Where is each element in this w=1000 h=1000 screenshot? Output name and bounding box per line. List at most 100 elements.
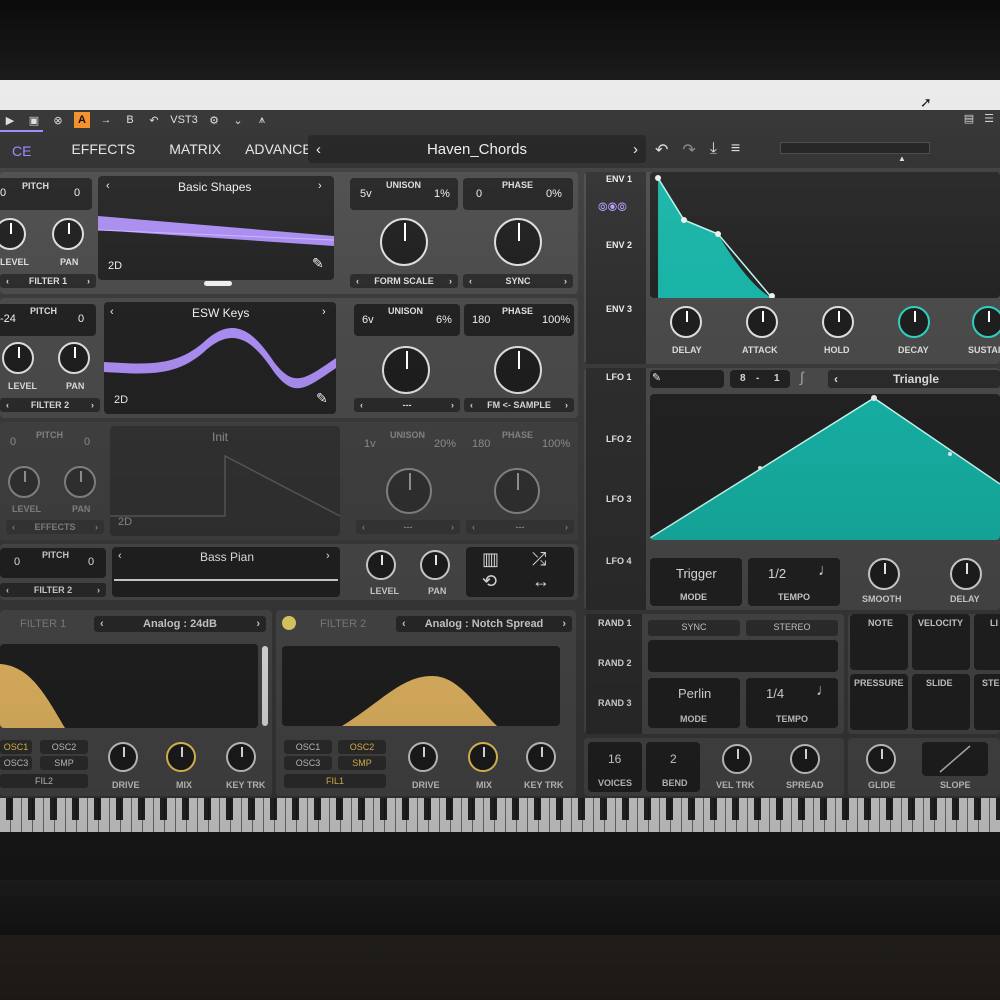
osc2-phase-value[interactable]: 180: [472, 314, 490, 326]
filter1-src-osc2[interactable]: OSC2: [40, 740, 88, 754]
osc3-wavetable-name[interactable]: Init: [212, 430, 228, 444]
osc2-phase-rand[interactable]: 100%: [542, 314, 570, 326]
osc1-sync-selector[interactable]: ‹ SYNC ›: [463, 274, 573, 288]
download-icon[interactable]: ⤓: [710, 140, 717, 160]
osc2-distortion-knob[interactable]: [494, 346, 542, 394]
volume-meter[interactable]: [780, 142, 930, 154]
osc2-fm-selector[interactable]: ‹ FM <- SAMPLE ›: [464, 398, 574, 412]
sample-level-knob[interactable]: [366, 550, 396, 580]
osc3-phase-value[interactable]: 180: [472, 438, 490, 450]
filter1-keytrk-knob[interactable]: [226, 742, 256, 772]
osc1-next-arrow[interactable]: ›: [318, 180, 322, 192]
black-keys[interactable]: [0, 798, 1000, 820]
redo-icon[interactable]: ↷: [682, 140, 695, 160]
lfo-graph[interactable]: [650, 394, 1000, 540]
osc1-phase-rand[interactable]: 0%: [546, 188, 562, 200]
tab-lfo3[interactable]: LFO 3: [606, 494, 632, 504]
tab-rand2[interactable]: RAND 2: [598, 658, 632, 668]
window-icon[interactable]: ▤: [964, 112, 974, 125]
osc3-pitch-left[interactable]: 0: [10, 436, 16, 448]
osc3-distortion-knob[interactable]: [494, 468, 540, 514]
filter1-src-osc3[interactable]: OSC3: [0, 756, 32, 770]
random-phase-icon[interactable]: ⤮: [532, 549, 546, 570]
tab-env2[interactable]: ENV 2: [606, 240, 632, 250]
slope-display[interactable]: [922, 742, 988, 776]
osc2-unison-detune[interactable]: 6%: [436, 314, 452, 326]
tab-env3[interactable]: ENV 3: [606, 304, 632, 314]
menu-icon[interactable]: ☰: [984, 112, 994, 125]
save-icon[interactable]: ▣: [26, 112, 42, 128]
osc3-spectral-selector[interactable]: ‹ --- ›: [356, 520, 460, 534]
edit-pencil-icon[interactable]: ✎: [312, 255, 324, 272]
filter2-route[interactable]: FIL1: [284, 774, 386, 788]
bypass-icon[interactable]: ⊗: [50, 112, 66, 128]
filter1-response[interactable]: [0, 644, 258, 728]
filter2-response[interactable]: [282, 646, 560, 726]
filter2-mix-knob[interactable]: [468, 742, 498, 772]
osc1-route-selector[interactable]: ‹ FILTER 1 ›: [0, 274, 96, 288]
vel-trk-knob[interactable]: [722, 744, 752, 774]
filter2-title[interactable]: FILTER 2: [320, 618, 366, 630]
filter2-src-osc1[interactable]: OSC1: [284, 740, 332, 754]
spectrum-icon[interactable]: ⩚: [254, 112, 270, 128]
env-attack-knob[interactable]: [746, 306, 778, 338]
filter2-drive-knob[interactable]: [408, 742, 438, 772]
filter2-src-smp[interactable]: SMP: [338, 756, 386, 770]
filter1-src-smp[interactable]: SMP: [40, 756, 88, 770]
env-modulation-icon[interactable]: ⦾⦿⦾: [598, 200, 627, 215]
lfo-preset-shape[interactable]: ✎: [650, 370, 724, 388]
sample-next-arrow[interactable]: ›: [326, 550, 330, 562]
env-decay-knob[interactable]: [898, 306, 930, 338]
osc2-prev-arrow[interactable]: ‹: [110, 306, 114, 318]
bounce-icon[interactable]: ↔: [532, 571, 550, 592]
tab-rand1[interactable]: RAND 1: [598, 618, 632, 628]
osc2-pitch-right[interactable]: 0: [78, 313, 84, 325]
osc1-pitch-left[interactable]: 0: [0, 187, 6, 199]
osc2-pan-knob[interactable]: [58, 342, 90, 374]
note-icon[interactable]: ♩: [818, 562, 834, 580]
osc2-route-selector[interactable]: ‹ FILTER 2 ›: [0, 398, 100, 412]
filter2-src-osc2[interactable]: OSC2: [338, 740, 386, 754]
sample-pan-knob[interactable]: [420, 550, 450, 580]
osc2-next-arrow[interactable]: ›: [322, 306, 326, 318]
osc2-spectral-selector[interactable]: ‹ --- ›: [354, 398, 460, 412]
osc1-distortion-knob[interactable]: [494, 218, 542, 266]
preset-selector[interactable]: ‹ Haven_Chords ›: [308, 135, 646, 163]
note-icon[interactable]: ♩: [816, 682, 832, 700]
osc3-pitch-right[interactable]: 0: [84, 436, 90, 448]
osc1-wavetable-name[interactable]: Basic Shapes: [178, 180, 251, 194]
menu-icon[interactable]: ≡: [731, 140, 740, 160]
filter1-route[interactable]: FIL2: [0, 774, 88, 788]
keytrack-icon[interactable]: ▥: [482, 549, 499, 570]
env1-graph[interactable]: [650, 172, 1000, 298]
lfo-smooth-knob[interactable]: [868, 558, 900, 590]
osc1-unison-voices[interactable]: 5v: [360, 188, 372, 200]
b-compare-button[interactable]: B: [122, 112, 138, 128]
filter2-model-selector[interactable]: ‹ Analog : Notch Spread ›: [396, 616, 572, 632]
osc1-pan-knob[interactable]: [52, 218, 84, 250]
sample-pitch-left[interactable]: 0: [14, 556, 20, 568]
filter1-model-selector[interactable]: ‹ Analog : 24dB ›: [94, 616, 266, 632]
undo-icon[interactable]: ↶: [655, 140, 668, 160]
filter2-src-osc3[interactable]: OSC3: [284, 756, 332, 770]
filter1-src-osc1[interactable]: OSC1: [0, 740, 32, 754]
osc3-level-knob[interactable]: [8, 466, 40, 498]
osc1-spectral-knob[interactable]: [380, 218, 428, 266]
chevron-down-icon[interactable]: ⌄: [230, 112, 246, 128]
filter1-drive-knob[interactable]: [108, 742, 138, 772]
env-hold-knob[interactable]: [822, 306, 854, 338]
filter1-slider[interactable]: [262, 646, 268, 726]
tab-rand3[interactable]: RAND 3: [598, 698, 632, 708]
arrow-right-icon[interactable]: →: [98, 112, 114, 128]
osc3-phase-rand[interactable]: 100%: [542, 438, 570, 450]
osc2-pitch-left[interactable]: -24: [0, 313, 16, 325]
osc3-route-selector[interactable]: ‹ EFFECTS ›: [6, 520, 104, 534]
preset-prev-arrow[interactable]: ‹: [316, 141, 321, 158]
filter2-keytrk-knob[interactable]: [526, 742, 556, 772]
filter1-mix-knob[interactable]: [166, 742, 196, 772]
filter1-title[interactable]: FILTER 1: [20, 618, 66, 630]
osc3-unison-voices[interactable]: 1v: [364, 438, 376, 450]
random-stereo-button[interactable]: STEREO: [746, 620, 838, 636]
env-delay-knob[interactable]: [670, 306, 702, 338]
undo-icon[interactable]: ↶: [146, 112, 162, 128]
